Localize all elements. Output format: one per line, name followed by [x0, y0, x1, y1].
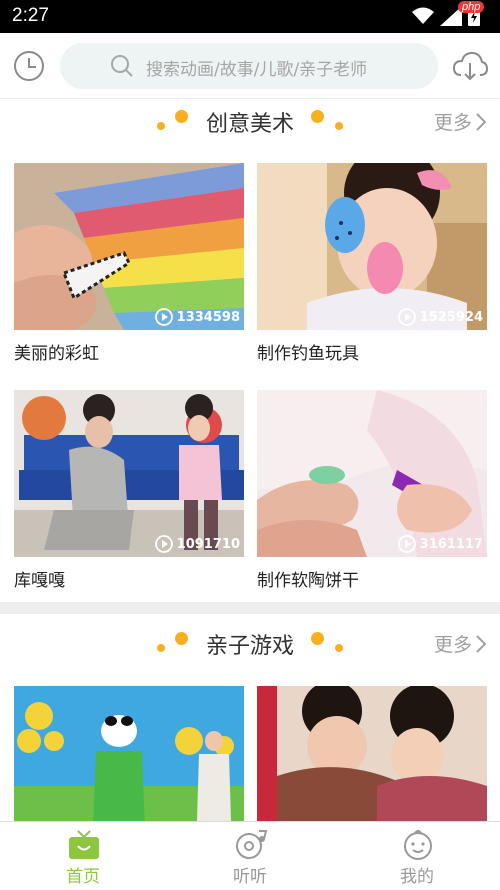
play-circle-icon [397, 308, 416, 326]
more-label: 更多 [433, 634, 472, 656]
video-card[interactable]: 1091710 库嘎嘎 [14, 390, 244, 600]
more-link[interactable]: 更多 [434, 108, 486, 135]
cloud-download-icon [452, 51, 489, 81]
video-title: 美丽的彩虹 [14, 344, 99, 364]
section-creative-art: 创意美术 更多 1334598 美丽的彩虹 1525924 制作钓鱼玩具 109… [0, 102, 500, 602]
tab-label: 听听 [233, 867, 267, 887]
section-divider [0, 602, 500, 614]
search-input[interactable]: 搜索动画/故事/儿歌/亲子老师 [60, 43, 438, 89]
headphones-icon [236, 830, 268, 859]
video-title: 制作钓鱼玩具 [257, 344, 359, 364]
search-icon [111, 55, 133, 77]
wifi-icon [412, 7, 434, 24]
status-icons: php [412, 1, 485, 26]
baby-face-icon [404, 830, 432, 860]
play-count: 1334598 [154, 308, 240, 326]
play-count-value: 3161117 [419, 536, 483, 552]
status-time: 2:27 [12, 5, 49, 26]
play-count-value: 1334598 [176, 309, 240, 325]
tab-home[interactable]: 首页 [0, 822, 166, 890]
more-link[interactable]: 更多 [434, 630, 486, 657]
video-card[interactable] [257, 686, 487, 821]
section-header: 创意美术 更多 [0, 102, 500, 146]
video-card[interactable]: 1334598 美丽的彩虹 [14, 163, 244, 373]
php-badge: php [458, 1, 485, 13]
download-button[interactable] [452, 49, 489, 83]
section-title: 创意美术 [205, 112, 294, 137]
play-count: 1091710 [154, 535, 240, 553]
section-title: 亲子游戏 [205, 634, 294, 659]
tab-listen[interactable]: 听听 [167, 822, 333, 890]
top-header: 搜索动画/故事/儿歌/亲子老师 [0, 33, 500, 99]
chevron-right-icon [476, 634, 486, 653]
search-placeholder: 搜索动画/故事/儿歌/亲子老师 [146, 60, 368, 80]
bottom-tab-bar: 首页 听听 我的 [0, 821, 500, 889]
tab-mine[interactable]: 我的 [334, 822, 500, 890]
video-thumbnail: 3161117 [257, 390, 487, 557]
play-count-value: 1525924 [419, 309, 483, 325]
more-label: 更多 [433, 112, 472, 134]
tab-label: 首页 [66, 867, 100, 887]
status-bar: 2:27 php [0, 0, 500, 33]
signal-icon: php [440, 1, 485, 26]
video-thumbnail: 1334598 [14, 163, 244, 330]
video-title: 制作软陶饼干 [257, 571, 359, 591]
play-circle-icon [154, 308, 173, 326]
chevron-right-icon [476, 112, 486, 131]
tab-label: 我的 [400, 867, 434, 887]
history-button[interactable] [13, 50, 45, 82]
video-thumbnail: 1525924 [257, 163, 487, 330]
video-thumbnail: 1091710 [14, 390, 244, 557]
play-circle-icon [397, 535, 416, 553]
play-count-value: 1091710 [176, 536, 240, 552]
video-thumbnail [257, 686, 487, 821]
tv-icon [69, 830, 99, 859]
section-header: 亲子游戏 更多 [0, 624, 500, 668]
play-circle-icon [154, 535, 173, 553]
video-card[interactable]: 1525924 制作钓鱼玩具 [257, 163, 487, 373]
section-parent-child-games: 亲子游戏 更多 [0, 624, 500, 821]
video-thumbnail [14, 686, 244, 821]
video-card[interactable]: 3161117 制作软陶饼干 [257, 390, 487, 600]
play-count: 1525924 [397, 308, 483, 326]
play-count: 3161117 [397, 535, 483, 553]
clock-icon [14, 51, 44, 81]
video-card[interactable] [14, 686, 244, 821]
video-title: 库嘎嘎 [14, 571, 65, 591]
